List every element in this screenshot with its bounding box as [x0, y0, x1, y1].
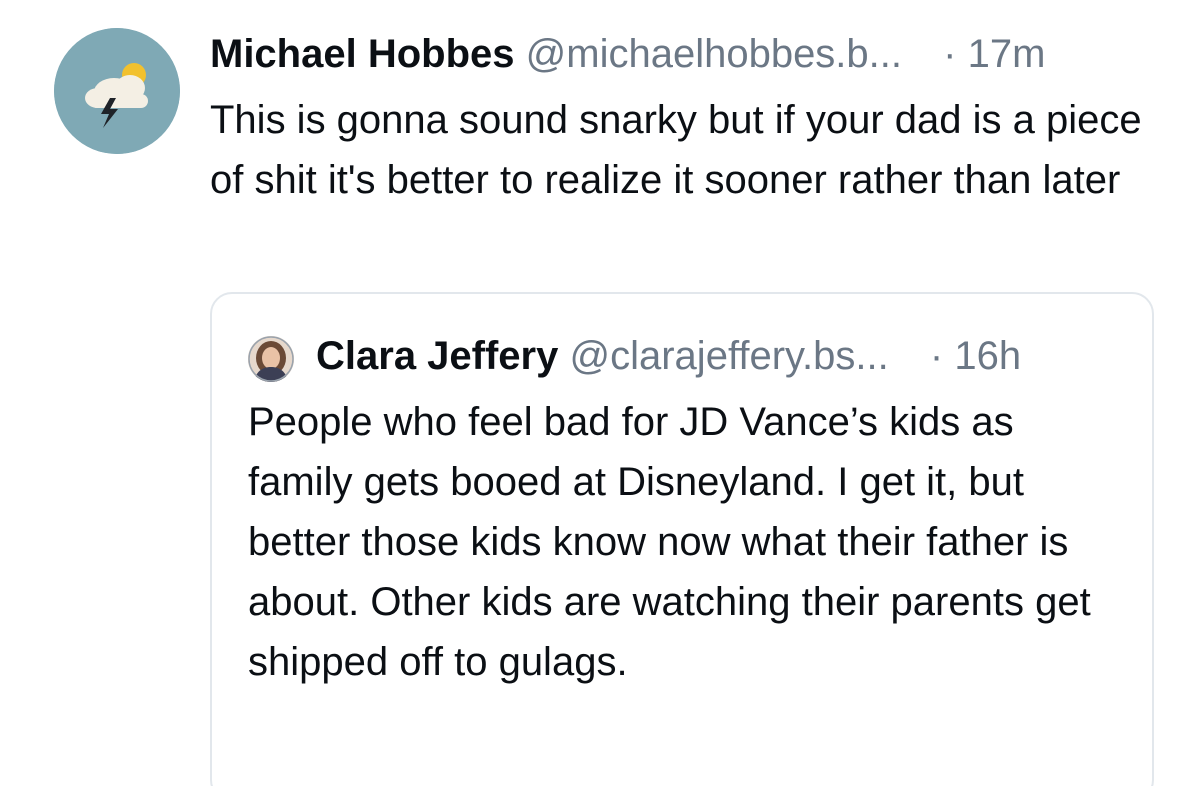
- quoted-post-timestamp[interactable]: 16h: [954, 334, 1021, 378]
- separator-dot: ·: [943, 32, 957, 76]
- quoted-post-text: People who feel bad for JD Vance’s kids …: [248, 400, 1091, 684]
- post-text: This is gonna sound snarky but if your d…: [210, 98, 1142, 202]
- quoted-post[interactable]: Clara Jeffery @clarajeffery.bs... · 16h …: [210, 292, 1154, 786]
- quoted-author-handle[interactable]: @clarajeffery.bs...: [570, 334, 889, 378]
- author-handle[interactable]: @michaelhobbes.b...: [526, 32, 902, 76]
- post[interactable]: Michael Hobbes @michaelhobbes.b... · 17m…: [0, 0, 1200, 786]
- separator-dot: ·: [929, 334, 944, 378]
- quoted-author-avatar[interactable]: [248, 336, 294, 382]
- post-timestamp[interactable]: 17m: [968, 32, 1046, 76]
- storm-cloud-sun-icon: [54, 28, 180, 154]
- person-photo-icon: [248, 336, 294, 382]
- author-name[interactable]: Michael Hobbes: [210, 32, 515, 76]
- quoted-post-header: Clara Jeffery @clarajeffery.bs... · 16h: [316, 328, 1021, 384]
- quoted-author-name[interactable]: Clara Jeffery: [316, 334, 558, 378]
- author-avatar[interactable]: [54, 28, 180, 154]
- post-header: Michael Hobbes @michaelhobbes.b... · 17m: [210, 26, 1045, 82]
